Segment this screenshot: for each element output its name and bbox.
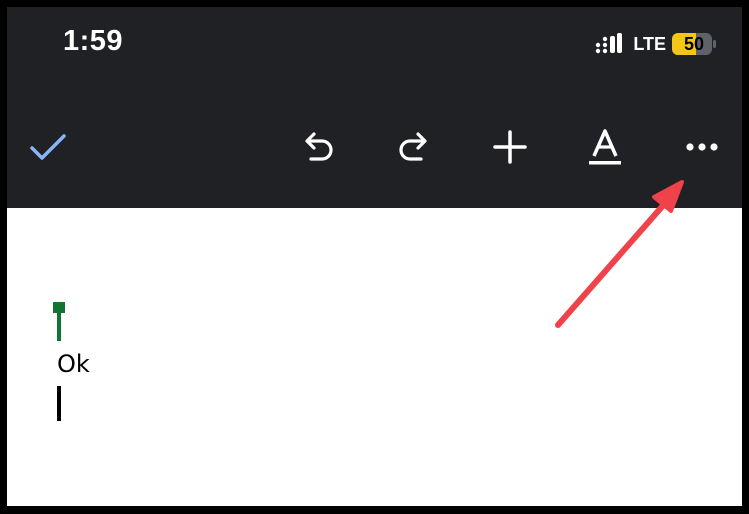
redo-button[interactable] [390, 125, 438, 173]
undo-button[interactable] [294, 125, 342, 173]
redo-icon [396, 129, 432, 170]
text-format-icon [587, 128, 623, 171]
battery-percentage: 50 [683, 33, 705, 54]
top-app-bar: 1:59 LTE 50 [7, 7, 742, 208]
text-format-button[interactable] [581, 125, 629, 173]
selection-handle[interactable] [53, 302, 67, 342]
more-horizontal-icon [684, 140, 720, 158]
document-text[interactable]: Ok [57, 350, 90, 378]
done-button[interactable] [24, 125, 72, 173]
more-options-button[interactable] [678, 125, 726, 173]
status-time: 1:59 [63, 25, 124, 57]
text-cursor [57, 386, 61, 421]
document-canvas[interactable]: Ok [7, 208, 742, 506]
phone-screen: 1:59 LTE 50 Ok [7, 7, 742, 506]
status-indicators: LTE 50 [595, 32, 716, 56]
battery-icon: 50 [672, 33, 716, 55]
checkmark-icon [29, 132, 67, 167]
network-type-label: LTE [633, 33, 666, 54]
screenshot-frame: 1:59 LTE 50 Ok [0, 0, 749, 514]
cellular-signal-icon [595, 33, 627, 55]
plus-icon [492, 129, 528, 170]
insert-button[interactable] [486, 125, 534, 173]
undo-icon [300, 129, 336, 170]
